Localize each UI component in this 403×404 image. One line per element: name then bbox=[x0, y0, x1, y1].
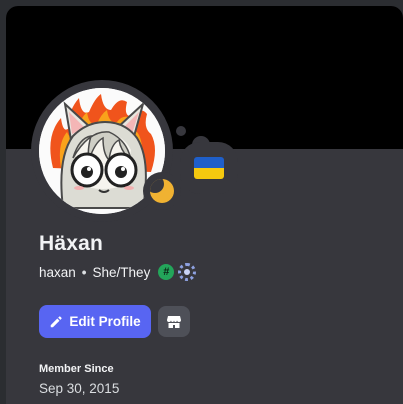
profile-card: Häxan haxan • She/They # Edit Profile Me… bbox=[6, 6, 403, 404]
separator-dot: • bbox=[81, 264, 87, 280]
thought-bubble-dot-small bbox=[176, 126, 186, 136]
member-since-label: Member Since bbox=[39, 363, 114, 375]
member-since-date: Sep 30, 2015 bbox=[39, 381, 120, 396]
display-name: Häxan bbox=[39, 232, 104, 255]
ukraine-flag-icon bbox=[194, 157, 224, 179]
username[interactable]: haxan bbox=[39, 265, 76, 280]
user-tag-row: haxan • She/They # bbox=[39, 262, 197, 282]
status-indicator bbox=[143, 172, 181, 210]
hashtag-badge-icon[interactable]: # bbox=[158, 264, 175, 280]
edit-profile-button[interactable]: Edit Profile bbox=[39, 305, 151, 338]
idle-moon-icon bbox=[150, 179, 174, 203]
pencil-icon bbox=[51, 315, 63, 327]
gear-badge-icon[interactable] bbox=[178, 263, 197, 281]
custom-status-bubble[interactable] bbox=[180, 142, 238, 194]
avatar-frame[interactable] bbox=[31, 80, 181, 222]
shop-icon bbox=[167, 315, 181, 328]
pronouns: She/They bbox=[92, 264, 151, 280]
shop-button[interactable] bbox=[158, 306, 190, 337]
edit-profile-label: Edit Profile bbox=[69, 314, 141, 329]
